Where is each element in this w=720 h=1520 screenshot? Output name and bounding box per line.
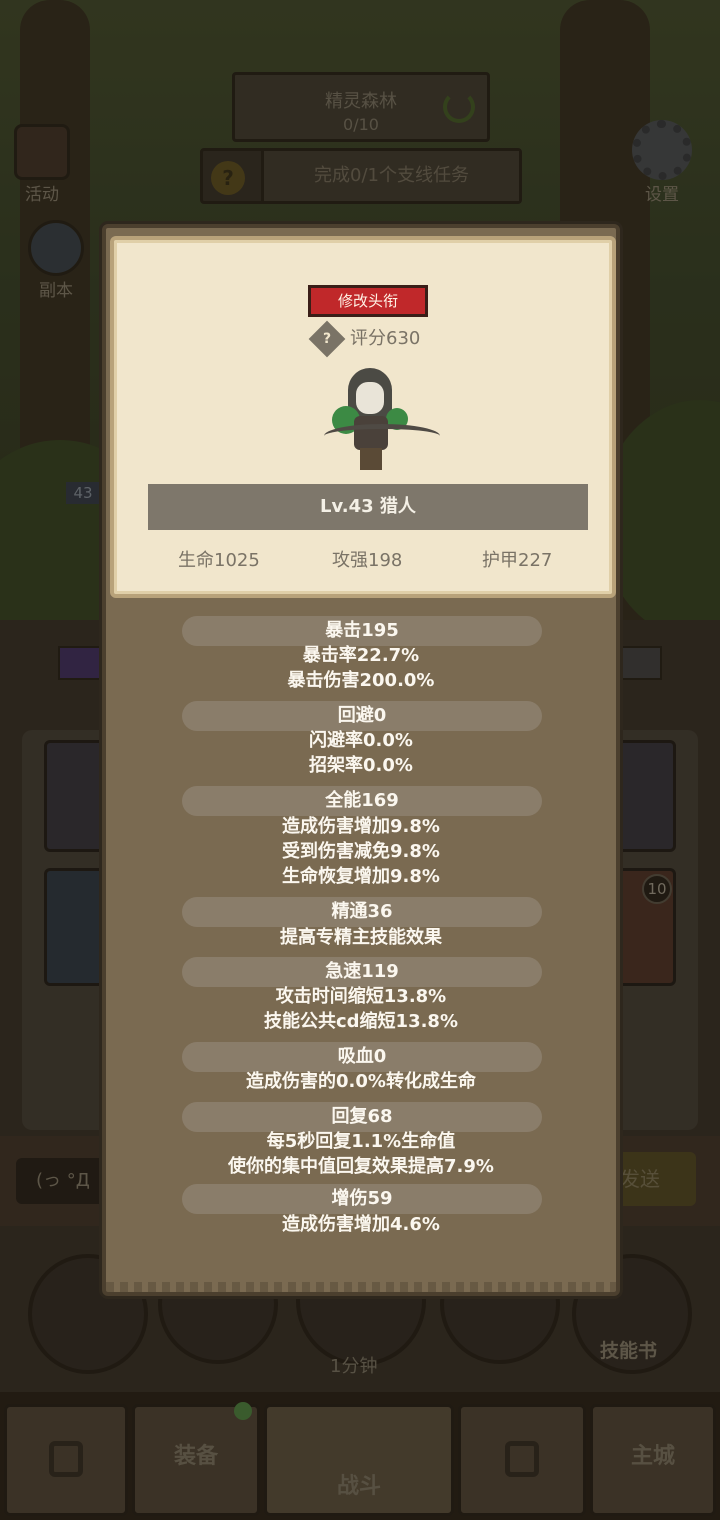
change-title-button[interactable]: 修改头衔 [308,285,428,317]
stat-line: 提高专精主技能效果 [280,927,442,948]
stat-header-haste: 急速119 [182,957,542,987]
stat-line: 技能公共cd缩短13.8% [263,1011,458,1032]
stat-line: 使你的集中值回复效果提高7.9% [228,1156,494,1177]
stat-line: 闪避率0.0% [309,730,413,751]
level-class-banner: Lv.43 猎人 [148,484,588,530]
crossbow-icon [324,424,440,448]
hero-face [356,382,384,414]
hunter-avatar [324,368,444,478]
stat-line: 每5秒回复1.1%生命值 [266,1131,456,1152]
stat-line: 暴击率22.7% [302,645,420,666]
stat-header-dodge: 回避0 [182,701,542,731]
stat-line: 生命恢复增加9.8% [282,866,440,887]
torn-edge [106,1282,616,1292]
hp-stat: 生命1025 [178,550,260,571]
stat-header-regen: 回复68 [182,1102,542,1132]
stat-line: 造成伤害增加9.8% [282,816,440,837]
stat-header-mastery: 精通36 [182,897,542,927]
character-stats-modal: 修改头衔 ? 评分630 Lv.43 猎人 生命1025 攻强198 护甲227… [102,224,620,1296]
stat-header-leech: 吸血0 [182,1042,542,1072]
hero-legs [360,448,382,470]
help-icon[interactable]: ? [308,320,346,358]
stat-header-versatility: 全能169 [182,786,542,816]
stat-line: 造成伤害增加4.6% [282,1214,440,1235]
armor-stat: 护甲227 [482,550,553,571]
stat-line: 招架率0.0% [309,755,413,776]
stat-header-crit: 暴击195 [182,616,542,646]
character-card: 修改头衔 ? 评分630 Lv.43 猎人 生命1025 攻强198 护甲227 [110,236,616,598]
stat-line: 攻击时间缩短13.8% [275,986,447,1007]
attack-stat: 攻强198 [332,550,403,571]
stat-line: 受到伤害减免9.8% [282,841,440,862]
score-text: 评分630 [350,328,421,349]
stat-line: 暴击伤害200.0% [287,670,435,691]
stat-line: 造成伤害的0.0%转化成生命 [246,1071,476,1092]
stat-header-damage-up: 增伤59 [182,1184,542,1214]
